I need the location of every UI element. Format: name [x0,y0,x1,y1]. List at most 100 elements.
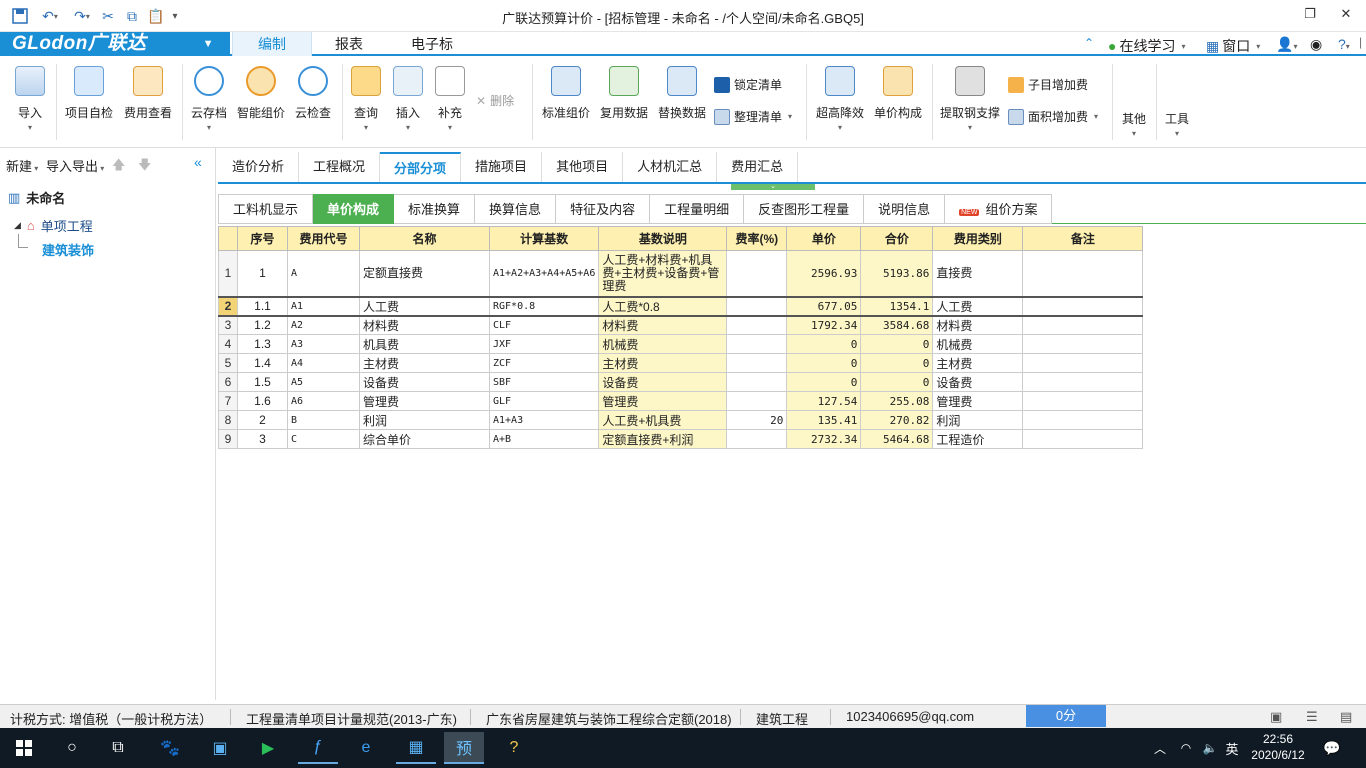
cell-rate[interactable] [726,334,788,354]
tax-method[interactable]: 计税方式: 增值税（一般计税方法） [10,709,212,728]
table-row[interactable]: 2 1.1 A1 人工费 RGF*0.8 人工费*0.8 677.05 1354.1 人工费 [218,295,1144,317]
cell-base[interactable]: RGF*0.8 [488,295,600,317]
glodon-app-icon[interactable]: ▦ [396,732,436,764]
cell-total[interactable]: 270.82 [860,410,934,430]
menu-more-icon[interactable]: ❘ [1356,36,1365,49]
layout-icon[interactable]: ▣ [1270,709,1282,725]
cell-note[interactable] [1022,353,1144,373]
tree-root[interactable]: ▥ 未命名 [8,188,65,207]
app-icon-f[interactable]: ƒ [298,732,338,764]
start-icon[interactable] [4,732,44,764]
table-row[interactable]: 5 1.4 A4 主材费 ZCF 主材费 0 0 主材费 [218,353,1144,373]
cell-category[interactable]: 设备费 [932,372,1024,392]
header-total[interactable]: 合价 [860,226,934,251]
tools-button[interactable]: 工具 ▾ [1160,62,1194,140]
tree-item-building[interactable]: 建筑装饰 [42,240,94,259]
cell-name[interactable]: 人工费 [359,295,490,317]
sub-add-fee-button[interactable]: 子目增加费 [1008,76,1088,93]
cell-total[interactable]: 5464.68 [860,429,934,449]
fee-view-button[interactable]: 费用查看 [120,62,176,140]
cell-name[interactable]: 材料费 [359,315,490,335]
cell-name[interactable]: 设备费 [359,372,490,392]
header-price[interactable]: 单价 [786,226,862,251]
query-button[interactable]: 查询 ▾ [348,62,384,140]
cell-total[interactable]: 0 [860,334,934,354]
cell-base[interactable]: SBF [488,372,600,392]
cell-total[interactable]: 3584.68 [860,315,934,335]
cell-desc[interactable]: 人工费*0.8 [598,295,728,317]
replace-data-button[interactable]: 替换数据 [654,62,710,140]
cell-base[interactable]: A+B [488,429,600,449]
tab-features[interactable]: 特征及内容 [556,194,651,224]
table-row[interactable]: 1 1 A 定额直接费 A1+A2+A3+A4+A5+A6 人工费+材料费+机具费+主材费… [218,250,1144,297]
tab-bianzhi[interactable]: 编制 [232,32,312,56]
assistant-icon[interactable]: ◉ [1310,36,1322,53]
cell-note[interactable] [1022,295,1144,317]
clock[interactable]: 22:56 2020/6/12 [1246,731,1310,763]
cell-price[interactable]: 1792.34 [786,315,862,335]
task-view-icon[interactable]: ⧉ [98,732,138,764]
cell-note[interactable] [1022,391,1144,411]
cell-name[interactable]: 利润 [359,410,490,430]
header-note[interactable]: 备注 [1022,226,1144,251]
cell-name[interactable]: 定额直接费 [359,250,490,297]
help-app-icon[interactable]: ? [494,732,534,764]
header-rate[interactable]: 费率(%) [726,226,788,251]
cell-code[interactable]: A5 [287,372,360,392]
spec-standard[interactable]: 工程量清单项目计量规范(2013-广东) [246,709,457,728]
cell-price[interactable]: 2596.93 [786,250,862,297]
cell-code[interactable]: C [287,429,360,449]
table-row[interactable]: 4 1.3 A3 机具费 JXF 机械费 0 0 机械费 [218,334,1144,354]
cell-category[interactable]: 管理费 [932,391,1024,411]
budget-app-icon[interactable]: 预 [444,732,484,764]
insert-button[interactable]: 插入 ▾ [390,62,426,140]
cell-price[interactable]: 677.05 [786,295,862,317]
tab-dianzibiao[interactable]: 电子标 [386,32,478,56]
search-icon[interactable]: ○ [52,732,92,764]
restore-icon[interactable]: ❐ [1300,6,1320,24]
baidu-icon[interactable]: 🐾 [150,732,190,764]
tab-measures[interactable]: 措施项目 [461,152,543,182]
table-row[interactable]: 9 3 C 综合单价 A+B 定额直接费+利润 2732.34 5464.68 工程造价 [218,429,1144,449]
cell-base[interactable]: A1+A2+A3+A4+A5+A6 [488,250,600,297]
table-row[interactable]: 3 1.2 A2 材料费 CLF 材料费 1792.34 3584.68 材料费 [218,315,1144,335]
cell-rate[interactable] [726,391,788,411]
new-button[interactable]: 新建 ▾ [6,156,38,175]
move-down-icon[interactable]: 🡇 [138,156,151,178]
grid-view-icon[interactable]: ▤ [1340,709,1352,725]
cell-name[interactable]: 机具费 [359,334,490,354]
cell-category[interactable]: 机械费 [932,334,1024,354]
collapse-ribbon-icon[interactable]: ⌃ [1084,36,1094,50]
cell-name[interactable]: 主材费 [359,353,490,373]
notification-icon[interactable]: 💬 [1312,732,1352,764]
delete-button[interactable]: ✕ 删除 [476,92,514,109]
list-view-icon[interactable]: ☰ [1306,709,1318,725]
cell-desc[interactable]: 定额直接费+利润 [598,429,728,449]
cell-desc[interactable]: 管理费 [598,391,728,411]
splitter-handle[interactable]: ⌄ [731,183,815,190]
cell-rate[interactable] [726,315,788,335]
cell-name[interactable]: 综合单价 [359,429,490,449]
cell-total[interactable]: 1354.1 [860,295,934,317]
online-learning[interactable]: ● 在线学习 ▾ [1108,36,1185,56]
cell-code[interactable]: A1 [287,295,360,317]
quota-standard[interactable]: 广东省房屋建筑与装饰工程综合定额(2018) [486,709,732,728]
user-icon[interactable]: 👤▾ [1276,36,1297,53]
tab-fee-summary[interactable]: 费用汇总 [717,152,799,182]
cell-code[interactable]: A4 [287,353,360,373]
tab-labor-summary[interactable]: 人材机汇总 [623,152,718,182]
tab-other-items[interactable]: 其他项目 [542,152,624,182]
cell-seq[interactable]: 1.1 [237,295,288,317]
cell-desc[interactable]: 机械费 [598,334,728,354]
collapse-panel-icon[interactable]: « [194,154,202,170]
tab-reverse-graph[interactable]: 反查图形工程量 [744,194,865,224]
cell-seq[interactable]: 1 [237,250,288,297]
cell-seq[interactable]: 1.4 [237,353,288,373]
unit-price-comp-button[interactable]: 单价构成 [870,62,926,140]
cell-base[interactable]: ZCF [488,353,600,373]
cell-desc[interactable]: 设备费 [598,372,728,392]
cell-category[interactable]: 主材费 [932,353,1024,373]
cell-desc[interactable]: 材料费 [598,315,728,335]
cell-base[interactable]: CLF [488,315,600,335]
cell-desc[interactable]: 主材费 [598,353,728,373]
